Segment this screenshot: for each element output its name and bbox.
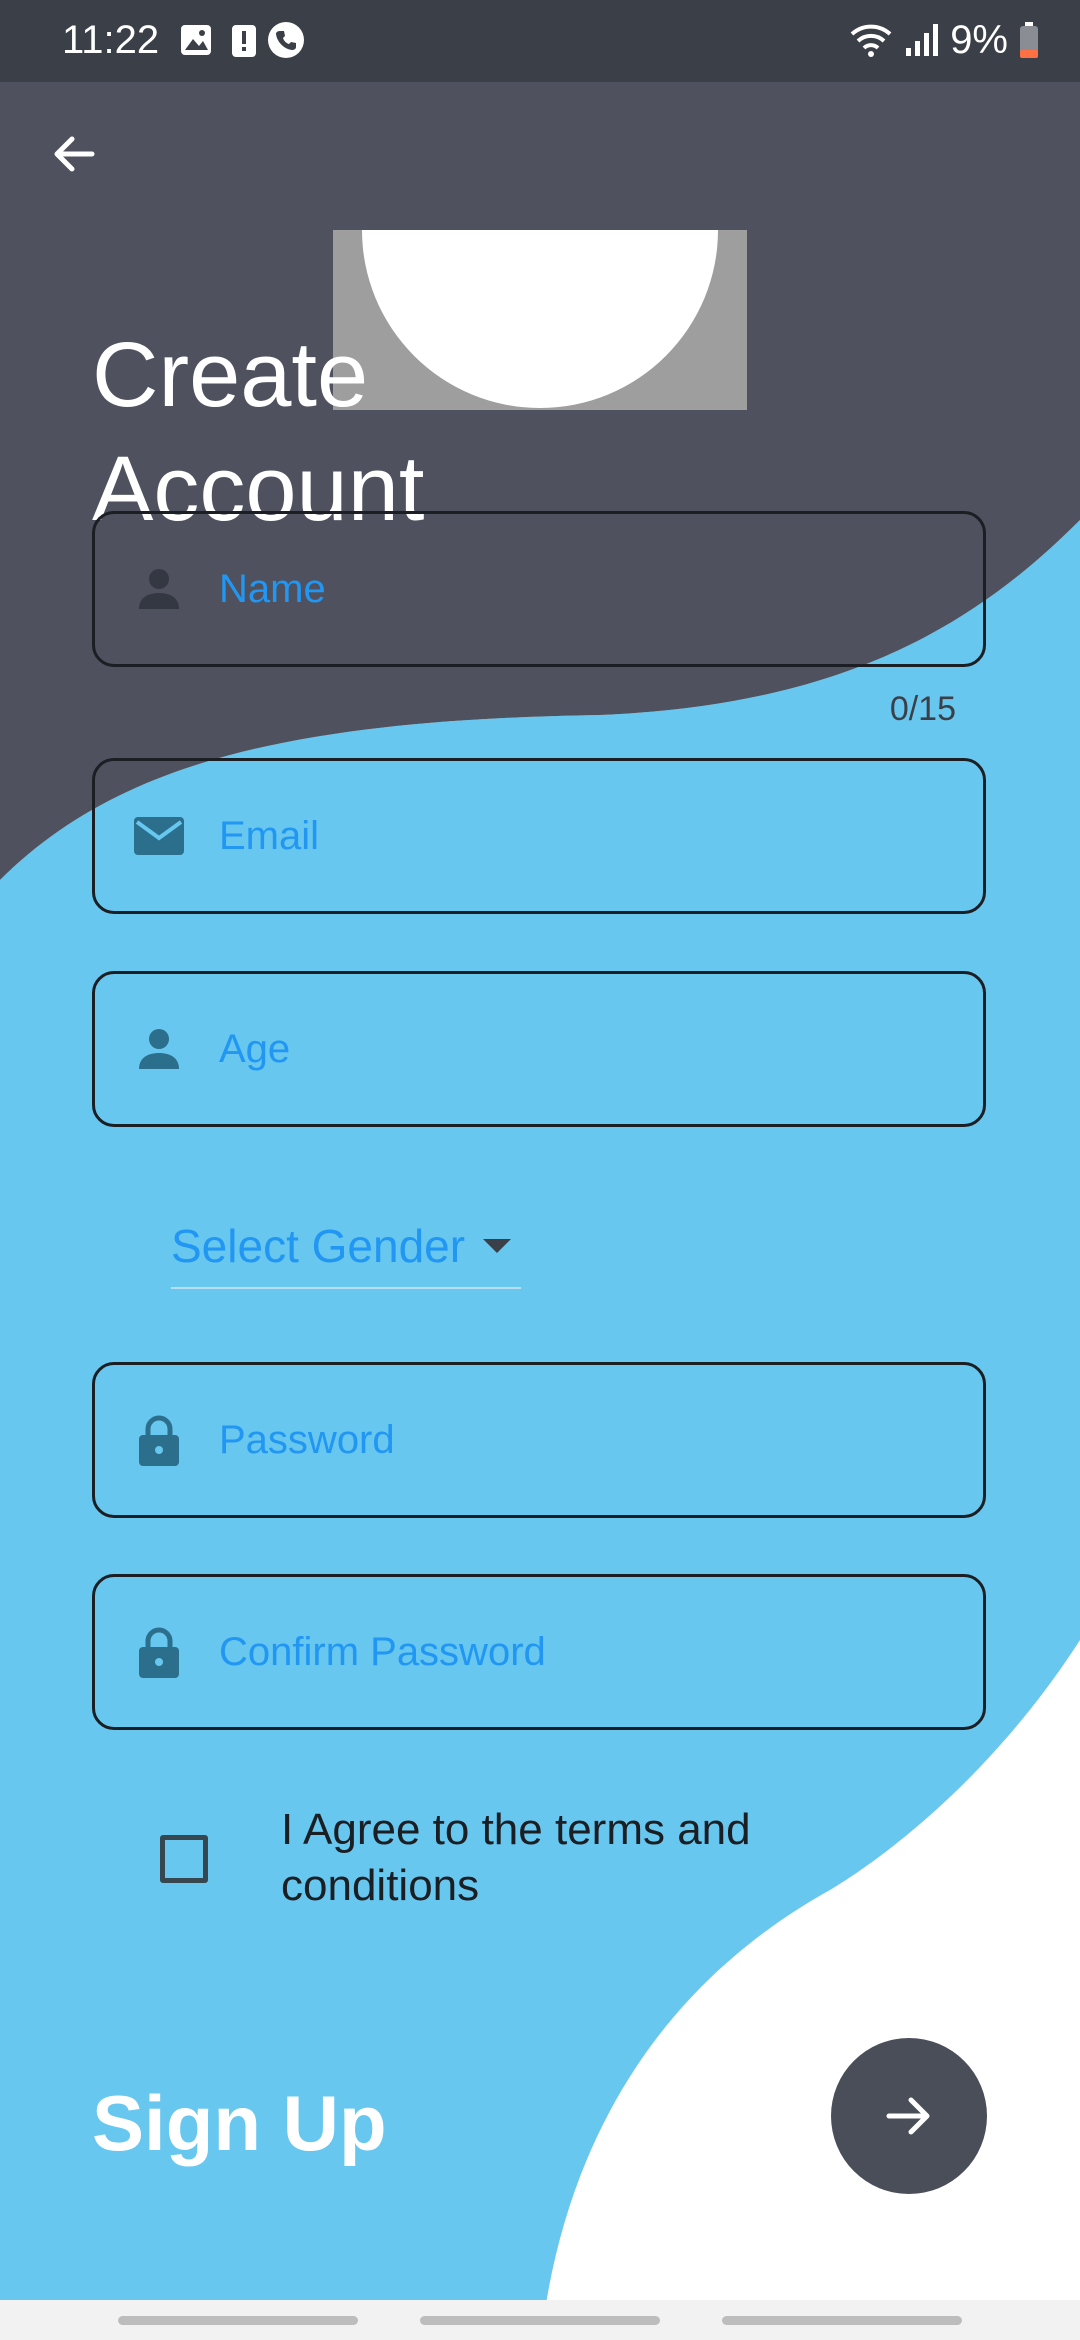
phone-call-icon: [268, 22, 304, 58]
back-button[interactable]: [42, 122, 106, 186]
email-input[interactable]: [219, 761, 963, 911]
battery-icon: [1020, 22, 1038, 58]
arrow-left-icon: [54, 136, 95, 172]
terms-checkbox[interactable]: [160, 1835, 208, 1883]
system-nav-bar: [0, 2300, 1080, 2340]
gender-select-label: Select Gender: [171, 1220, 466, 1272]
nav-recent-button[interactable]: [118, 2316, 358, 2325]
name-field[interactable]: [92, 511, 986, 667]
terms-label: I Agree to the terms and conditions: [281, 1805, 751, 1910]
confirm-password-input[interactable]: [219, 1577, 963, 1727]
gender-select[interactable]: Select Gender: [171, 1205, 521, 1289]
battery-percent: 9%: [950, 17, 1008, 62]
wifi-icon: [850, 24, 892, 57]
arrow-right-icon: [886, 2097, 930, 2135]
signup-title: Sign Up: [92, 2079, 387, 2167]
status-bar: 11:22 9%: [0, 0, 1080, 82]
password-field[interactable]: [92, 1362, 986, 1518]
chevron-down-icon: [483, 1239, 512, 1253]
confirm-password-field[interactable]: [92, 1574, 986, 1730]
signup-submit-button[interactable]: [831, 2038, 987, 2194]
lock-icon: [139, 1627, 179, 1678]
person-icon: [139, 1029, 179, 1069]
age-field[interactable]: [92, 971, 986, 1127]
age-input[interactable]: [219, 974, 963, 1124]
name-char-counter: 0/15: [889, 690, 956, 728]
signal-icon: [906, 24, 939, 56]
email-field[interactable]: [92, 758, 986, 914]
gallery-icon: [181, 25, 211, 55]
mail-icon: [134, 817, 184, 855]
status-time: 11:22: [62, 18, 160, 62]
lock-icon: [139, 1415, 179, 1466]
nav-home-button[interactable]: [420, 2316, 660, 2325]
password-input[interactable]: [219, 1365, 963, 1515]
nav-back-button[interactable]: [722, 2316, 962, 2325]
person-icon: [139, 569, 179, 609]
name-input[interactable]: [219, 514, 963, 664]
alert-icon: [232, 25, 256, 57]
